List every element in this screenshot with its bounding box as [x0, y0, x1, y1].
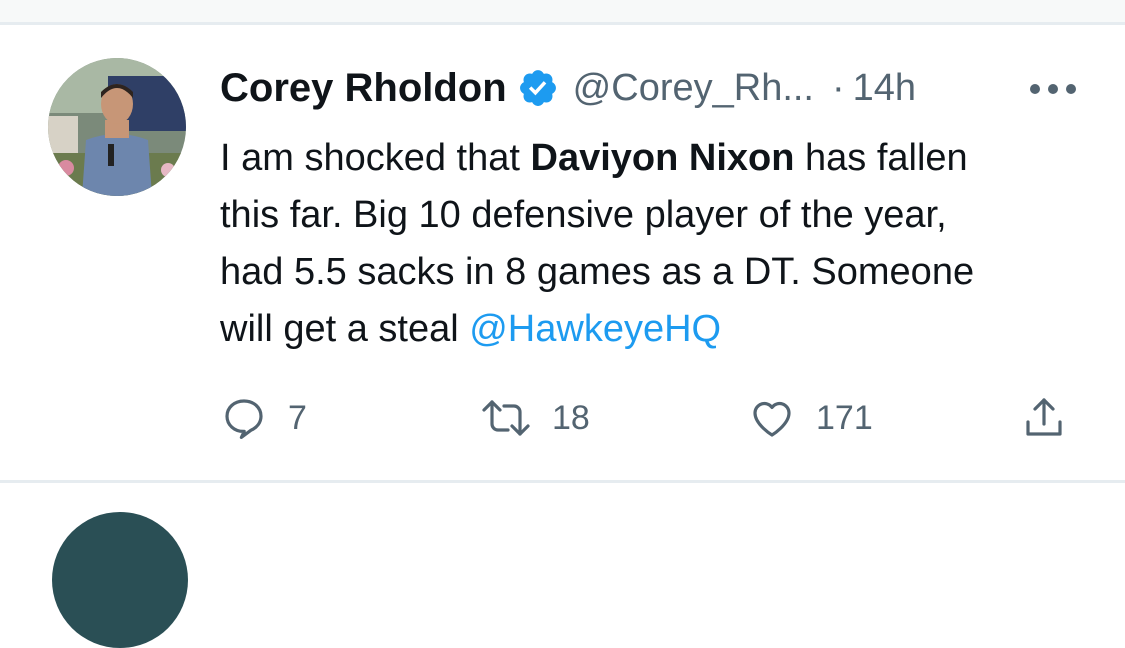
- retweet-count: 18: [552, 398, 590, 437]
- like-count: 171: [816, 398, 873, 437]
- tweet-text-line: had 5.5 sacks in 8 games as a DT. Someon…: [220, 251, 975, 293]
- author-avatar[interactable]: [48, 58, 186, 196]
- tweet-text-line: I am shocked that Daviyon Nixon has fall…: [220, 130, 1080, 187]
- mention-link[interactable]: @HawkeyeHQ: [469, 308, 721, 350]
- text-segment: will get a steal: [220, 308, 470, 350]
- text-segment: has fallen: [794, 137, 968, 179]
- like-icon: [748, 394, 796, 442]
- more-options-icon[interactable]: [1030, 82, 1076, 96]
- tweet-text: I am shocked that Daviyon Nixon has fall…: [220, 130, 1080, 358]
- tweet-header: Corey Rholdon @Corey_Rh... · 14h: [220, 60, 1080, 116]
- reply-count: 7: [288, 398, 307, 437]
- bold-name: Daviyon Nixon: [530, 137, 795, 179]
- retweet-icon: [480, 394, 532, 442]
- tweet-text-line: this far. Big 10 defensive player of the…: [220, 194, 947, 236]
- tweet-timestamp[interactable]: 14h: [853, 67, 916, 110]
- like-button[interactable]: 171: [748, 393, 873, 443]
- retweet-button[interactable]: 18: [480, 393, 590, 443]
- share-button[interactable]: [1020, 393, 1068, 443]
- verified-badge-icon: [517, 67, 559, 109]
- separator-dot: ·: [832, 66, 845, 109]
- text-segment: I am shocked that: [220, 137, 531, 179]
- share-icon: [1020, 394, 1068, 442]
- author-display-name[interactable]: Corey Rholdon: [220, 66, 507, 111]
- tweet-actions: 7 18 171: [220, 393, 1080, 443]
- divider: [0, 22, 1125, 25]
- tweet-text-line: will get a steal @HawkeyeHQ: [220, 301, 1080, 358]
- reply-icon: [220, 394, 268, 442]
- reply-button[interactable]: 7: [220, 393, 307, 443]
- divider: [0, 480, 1125, 483]
- next-tweet-avatar[interactable]: [52, 512, 188, 648]
- previous-tweet-strip: [0, 0, 1125, 22]
- author-handle[interactable]: @Corey_Rh...: [573, 67, 814, 110]
